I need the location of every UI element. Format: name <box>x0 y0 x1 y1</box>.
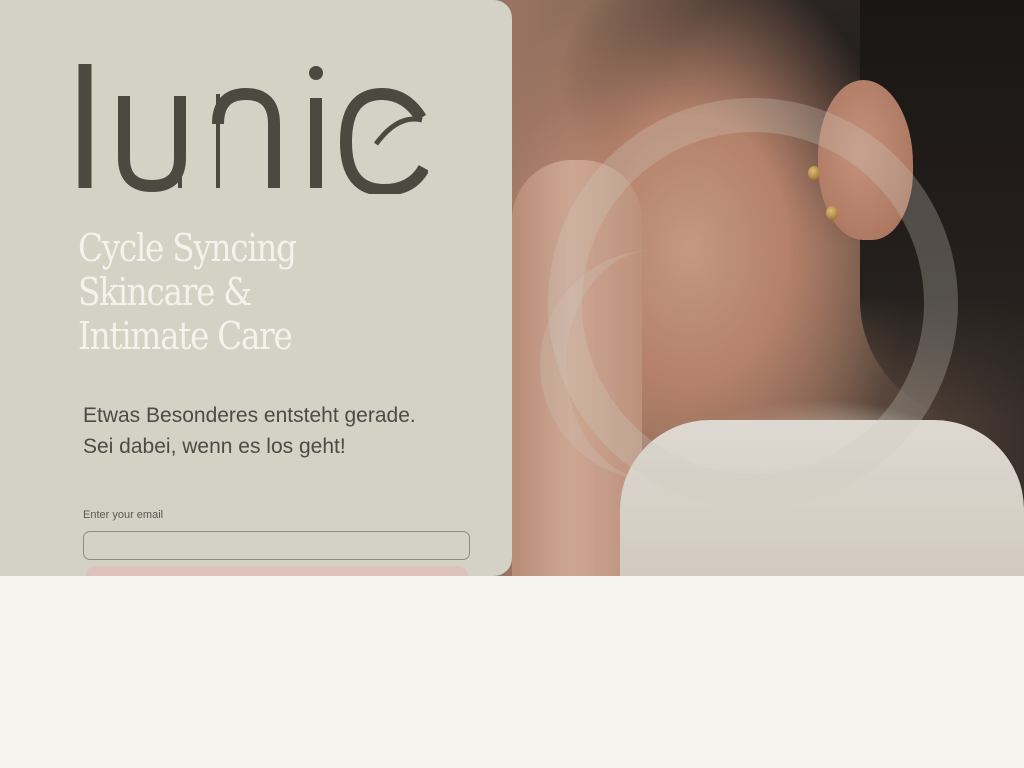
headline: Cycle Syncing Skincare & Intimate Care <box>78 226 362 358</box>
headline-line-2: Skincare & <box>78 270 252 314</box>
page-below-fold <box>0 576 1024 768</box>
headline-line-1: Cycle Syncing <box>78 226 297 270</box>
email-input[interactable] <box>83 531 470 560</box>
intro-text: Etwas Besonderes entsteht gerade. Sei da… <box>83 404 416 458</box>
signup-panel: lunie Cycle Syncing Skincare & In <box>0 0 512 576</box>
email-label: Enter your email <box>83 509 164 521</box>
lunie-logo: lunie <box>78 64 428 194</box>
watermark-arc-icon <box>540 250 770 480</box>
submit-button[interactable] <box>86 566 468 576</box>
headline-line-3: Intimate Care <box>78 314 293 358</box>
hero-section: lunie Cycle Syncing Skincare & In <box>0 0 1024 576</box>
